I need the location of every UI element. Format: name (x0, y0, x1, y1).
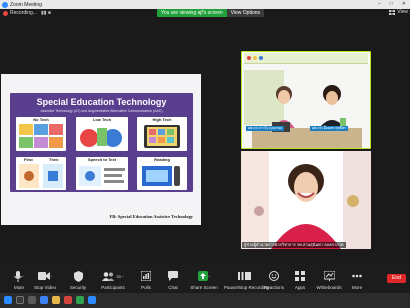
card-low-tech: Low Tech (76, 117, 128, 151)
participant-video-feed (241, 151, 371, 249)
maximize-button[interactable]: □ (390, 1, 393, 7)
toolbar-label: More (351, 285, 363, 290)
zoom-taskbar-icon[interactable] (88, 296, 96, 304)
more-icon (352, 274, 362, 278)
card-reading: Reading (137, 157, 187, 190)
windows-taskbar (0, 293, 410, 308)
chat-icon (168, 271, 178, 281)
app-icon[interactable] (76, 296, 84, 304)
participant-tile-active-speaker[interactable]: ผศ.ดร.ดาวใจ ดุจนาผล ผศ.ดร.เอื้อมพร ฤทธิ์… (241, 51, 371, 149)
participant-count: 33 (116, 273, 121, 279)
communication-board-image (19, 124, 63, 148)
recording-dot-icon (3, 10, 8, 16)
more-button[interactable]: More (340, 270, 374, 290)
stop-video-button[interactable]: ^ Stop Video (28, 270, 62, 290)
close-button[interactable]: ✕ (402, 1, 406, 7)
chevron-up-icon[interactable]: ^ (209, 274, 211, 279)
edge-browser-icon[interactable] (40, 296, 48, 304)
share-screen-button[interactable]: ^ Share Screen (187, 270, 221, 290)
participants-button[interactable]: 33 ^ Participants (96, 270, 130, 290)
polls-icon (141, 271, 151, 281)
end-meeting-button[interactable]: End (387, 274, 406, 283)
task-view-icon[interactable] (28, 296, 36, 304)
toolbar-label: Stop Video (34, 285, 56, 290)
meeting-top-strip: Recording... ▮▮ ■ You are viewing ajf's … (0, 9, 410, 20)
recording-indicator[interactable]: Recording... ▮▮ ■ (3, 10, 51, 16)
participant-tile[interactable]: ผู้ช่วยผู้อำนวยการฝ่ายวิชาการ รพ.สวนสุนั… (241, 151, 371, 249)
card-label: No Tech (33, 117, 49, 122)
reactions-icon (269, 271, 279, 281)
chat-button[interactable]: Chat (156, 270, 190, 290)
view-options-button[interactable]: View Options (226, 9, 265, 17)
banner-logo-icon (247, 56, 251, 60)
zoom-logo-icon (2, 1, 8, 8)
first-then-board-image (19, 164, 63, 188)
app-icon[interactable] (64, 296, 72, 304)
security-button[interactable]: Security (61, 270, 95, 290)
name-caption-left: ผศ.ดร.ดาวใจ ดุจนาผล (246, 126, 285, 131)
slide-footer: FB: Special Education Assistive Technolo… (109, 214, 193, 219)
card-label: Speech to Text (87, 157, 117, 162)
file-explorer-icon[interactable] (52, 296, 60, 304)
video-camera-icon (37, 272, 50, 280)
microphone-icon (13, 270, 22, 282)
window-title: Zoom Meeting (10, 1, 42, 8)
participant-name-tag: ผู้ช่วยผู้อำนวยการฝ่ายวิชาการ รพ.สวนสุนั… (242, 242, 346, 248)
chevron-up-icon[interactable]: ^ (23, 274, 25, 279)
slide-subtitle: Assistive Technology (AT) and Augmentati… (40, 109, 163, 113)
participants-icon (102, 271, 115, 281)
banner-logo-icon (253, 56, 257, 60)
card-first-then: First Then (16, 157, 66, 190)
recording-menu-icon[interactable]: ▮▮ ■ (41, 10, 51, 16)
search-icon[interactable] (16, 296, 24, 304)
chevron-up-icon[interactable]: ^ (51, 274, 53, 279)
switch-device-image (80, 128, 122, 147)
tablet-device-image (144, 125, 180, 148)
name-caption-right: ผศ.ดร.เอื้อมพร ฤทธิ์ศร (310, 126, 348, 131)
chevron-up-icon[interactable]: ^ (122, 274, 124, 279)
toolbar-label: Share Screen (190, 285, 218, 290)
slide-content: Special Education Technology Assistive T… (10, 93, 193, 192)
shield-icon (73, 270, 83, 282)
viewing-screen-text: You are viewing ajf's screen (157, 9, 227, 17)
windows-start-icon[interactable] (4, 296, 12, 304)
toolbar-label: Chat (168, 285, 178, 290)
apps-icon (295, 271, 305, 281)
banner-logo-icon (259, 56, 263, 60)
share-screen-icon (197, 271, 208, 281)
view-label: View (397, 9, 408, 15)
grid-view-icon (389, 9, 396, 15)
toolbar-label: Security (69, 285, 87, 290)
speech-to-text-image (79, 166, 125, 186)
card-label: Low Tech (92, 117, 112, 122)
studio-banner (244, 53, 368, 64)
toolbar-label: Participants (101, 285, 125, 290)
recording-label: Recording... (10, 10, 37, 16)
shared-screen-slide: Special Education Technology Assistive T… (1, 74, 201, 225)
card-no-tech: No Tech (16, 117, 66, 151)
slide-title: Special Education Technology (36, 97, 167, 107)
view-button[interactable]: View (389, 9, 408, 15)
minimize-button[interactable]: – (378, 1, 381, 7)
zoom-window: Zoom Meeting – □ ✕ Recording... ▮▮ ■ You… (0, 0, 410, 308)
studio-video-feed (242, 64, 370, 148)
reading-pen-image (142, 166, 180, 186)
screen-share-banner: You are viewing ajf's screen View Option… (157, 9, 265, 17)
recording-icon (237, 272, 251, 280)
title-bar: Zoom Meeting – □ ✕ (0, 0, 410, 9)
card-speech-to-text: Speech to Text (76, 157, 128, 190)
card-label: Reading (154, 157, 170, 162)
card-high-tech: High Tech (137, 117, 187, 151)
card-label: High Tech (152, 117, 172, 122)
whiteboard-icon (323, 271, 335, 281)
